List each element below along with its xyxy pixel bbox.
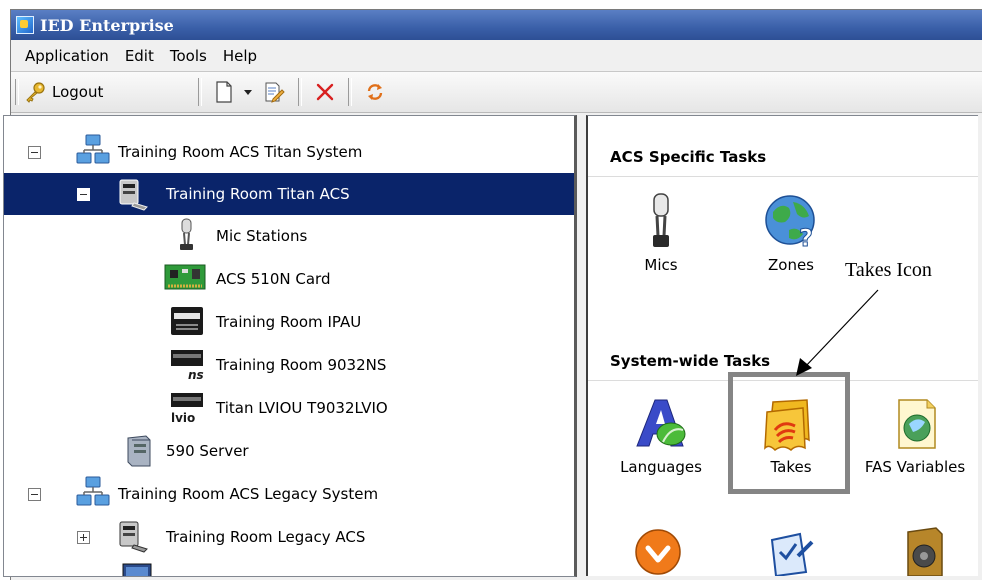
takes-highlight-box <box>728 372 850 494</box>
ns-device-icon: ns <box>171 350 204 382</box>
ipau-icon <box>171 307 203 335</box>
languages-icon <box>636 399 686 447</box>
tree-item-label: Training Room Legacy ACS <box>166 528 366 546</box>
annotation-arrow <box>796 289 879 376</box>
window-title: IED Enterprise <box>40 15 174 35</box>
expand-toggle[interactable] <box>77 531 90 544</box>
zones-task[interactable]: ? Zones <box>736 192 846 274</box>
tree-item-label: Mic Stations <box>216 227 308 245</box>
toolbar-separator <box>348 78 353 106</box>
download-icon <box>635 529 681 575</box>
fas-variables-icon <box>898 399 936 449</box>
edit-document-icon <box>265 82 286 103</box>
tree-item-label: Training Room ACS Legacy System <box>118 485 379 503</box>
network-icon <box>76 134 110 164</box>
tree-item-label: Training Room 9032NS <box>216 356 387 374</box>
tree-pane[interactable]: Training Room ACS Titan System Training … <box>3 115 577 577</box>
svg-text:?: ? <box>799 224 813 250</box>
task-label: Mics <box>644 256 678 274</box>
menu-bar: Application Edit Tools Help <box>11 41 982 72</box>
acs-tasks-header: ACS Specific Tasks <box>610 148 767 166</box>
checklist-icon <box>770 532 814 576</box>
delete-icon <box>317 83 334 101</box>
tree-item-label: Training Room ACS Titan System <box>118 143 363 161</box>
toolbar-separator <box>298 78 303 106</box>
mic-icon <box>180 218 193 250</box>
tree-item-label: ACS 510N Card <box>216 270 331 288</box>
refresh-icon <box>368 84 383 100</box>
new-button[interactable] <box>210 77 238 107</box>
svg-text:lvio: lvio <box>171 411 195 425</box>
edit-button[interactable] <box>258 77 290 107</box>
delete-button[interactable] <box>310 77 340 107</box>
tree-item-acs-510n-card[interactable]: ACS 510N Card <box>4 259 574 299</box>
globe-icon: ? <box>765 195 815 250</box>
tree-item-legacy-acs[interactable]: Training Room Legacy ACS <box>4 517 574 557</box>
key-icon <box>26 82 45 103</box>
collapse-toggle[interactable] <box>28 488 41 501</box>
tree-item-ipau[interactable]: Training Room IPAU <box>4 302 574 342</box>
tree-item-mic-stations[interactable]: Mic Stations <box>4 216 574 256</box>
tree-item-label: 590 Server <box>166 442 249 460</box>
logout-label: Logout <box>52 83 104 101</box>
acs-device-icon <box>119 179 148 211</box>
system-tasks-header: System-wide Tasks <box>610 352 771 370</box>
lvio-device-icon: lvio <box>171 393 203 425</box>
card-icon <box>164 264 206 290</box>
new-document-icon <box>216 81 232 103</box>
tree-item-9032ns[interactable]: ns Training Room 9032NS <box>4 345 574 385</box>
menu-edit[interactable]: Edit <box>117 47 162 65</box>
task-label: Languages <box>620 458 702 476</box>
fas-variables-task[interactable]: FAS Variables <box>860 396 970 476</box>
collapse-toggle[interactable] <box>77 188 90 201</box>
app-icon <box>16 16 34 34</box>
refresh-button[interactable] <box>360 77 390 107</box>
server-icon <box>127 435 151 467</box>
tree-item-titan-acs[interactable]: Training Room Titan ACS <box>4 173 574 215</box>
menu-application[interactable]: Application <box>11 47 117 65</box>
mic-icon <box>653 193 669 247</box>
task-pane: ACS Specific Tasks Mics ? Zones System-w… <box>586 115 978 576</box>
monitor-icon <box>122 563 152 576</box>
dropdown-arrow-icon <box>244 90 253 95</box>
tree-item-label: Training Room IPAU <box>216 313 362 331</box>
task-label: Zones <box>767 256 814 274</box>
languages-task[interactable]: Languages <box>606 396 716 476</box>
task-label: FAS Variables <box>864 458 966 476</box>
title-bar[interactable]: IED Enterprise <box>11 10 982 40</box>
menu-tools[interactable]: Tools <box>162 47 215 65</box>
mics-task[interactable]: Mics <box>606 192 716 274</box>
speaker-icon <box>907 527 943 576</box>
toolbar-separator <box>198 78 203 106</box>
collapse-toggle[interactable] <box>28 146 41 159</box>
acs-device-icon <box>119 521 148 553</box>
tree-item-590-server[interactable]: 590 Server <box>4 431 574 471</box>
network-icon <box>76 476 110 506</box>
tree-item-label: Titan LVIOU T9032LVIO <box>216 399 388 417</box>
tree-item-titan-system[interactable]: Training Room ACS Titan System <box>4 132 574 172</box>
annotation-label: Takes Icon <box>845 259 932 281</box>
tree-item-legacy-system[interactable]: Training Room ACS Legacy System <box>4 474 574 514</box>
svg-text:ns: ns <box>188 368 204 382</box>
section-divider <box>588 176 978 177</box>
menu-help[interactable]: Help <box>215 47 265 65</box>
new-dropdown-button[interactable] <box>238 77 258 107</box>
toolbar: Logout <box>11 72 982 113</box>
logout-button[interactable]: Logout <box>19 77 108 107</box>
tree-item-lviou[interactable]: lvio Titan LVIOU T9032LVIO <box>4 388 574 428</box>
tree-item-label: Training Room Titan ACS <box>166 185 350 203</box>
